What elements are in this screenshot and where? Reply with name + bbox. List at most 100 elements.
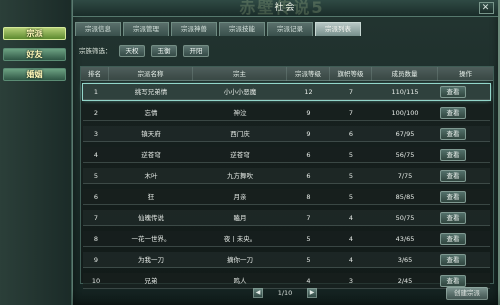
header-rank: 排名 — [81, 67, 109, 81]
social-window: 社会 赤壁传说5 ✕ 宗派信息 宗派管理 宗派神兽 宗派技能 宗派记录 宗派列表… — [72, 0, 500, 305]
next-page-button[interactable]: ▶ — [307, 288, 317, 298]
leader-cell: 摘你一刀 — [227, 256, 253, 264]
table-row[interactable]: 5 木叶 九方舞吹 6 5 7/75 查看 — [83, 168, 490, 184]
leader-cell: 月亲 — [233, 193, 247, 201]
banner-level-cell: 5 — [348, 151, 354, 159]
filter-option-yuheng[interactable]: 玉衡 — [151, 45, 177, 57]
banner-level-cell: 7 — [348, 88, 354, 96]
tab-clan-skills[interactable]: 宗派技能 — [219, 22, 265, 36]
table-row[interactable]: 3 镇天府 西门庆 9 6 67/95 查看 — [83, 126, 490, 142]
filter-option-tianquan[interactable]: 天权 — [119, 45, 145, 57]
clan-level-cell: 6 — [306, 172, 311, 180]
clan-name-cell: 镇天府 — [141, 130, 161, 138]
tab-clan-management[interactable]: 宗派管理 — [123, 22, 169, 36]
view-clan-button[interactable]: 查看 — [440, 170, 466, 182]
rank-cell: 5 — [93, 172, 99, 180]
leader-cell: 西门庆 — [230, 130, 250, 138]
window-title: 社会 — [274, 3, 297, 13]
table-row[interactable]: 2 忘情 神泣 9 7 100/100 查看 — [83, 105, 490, 121]
table-row[interactable]: 8 一花一世界。 夜丨未央。 5 4 43/65 查看 — [83, 231, 490, 247]
header-clan-level: 宗派等级 — [287, 67, 330, 81]
member-count-cell: 3/65 — [397, 256, 413, 264]
clan-level-cell: 8 — [306, 193, 311, 201]
leader-cell: 神泣 — [233, 109, 247, 117]
member-count-cell: 7/75 — [397, 172, 413, 180]
filter-label: 宗族筛选： — [79, 47, 112, 55]
view-clan-button[interactable]: 查看 — [440, 275, 466, 287]
member-count-cell: 85/85 — [395, 193, 415, 201]
clan-name-cell: 一花一世界。 — [131, 235, 171, 243]
clan-name-cell: 为我一刀 — [138, 256, 164, 264]
leader-cell: 瞌月 — [233, 214, 247, 222]
create-clan-button[interactable]: 创建宗派 — [446, 287, 488, 300]
clan-filter-row: 宗族筛选： 天权 玉衡 开阳 — [79, 45, 489, 57]
view-clan-button[interactable]: 查看 — [440, 128, 466, 140]
rank-cell: 10 — [91, 277, 101, 285]
window-title-bar: 社会 赤壁传说5 ✕ — [73, 0, 498, 17]
banner-level-cell: 6 — [348, 130, 354, 138]
view-clan-button[interactable]: 查看 — [440, 254, 466, 266]
table-header: 排名 宗派名称 宗主 宗派等级 旗帜等级 成员数量 操作 — [81, 67, 493, 81]
clan-level-cell: 6 — [306, 151, 311, 159]
clan-level-cell: 5 — [306, 235, 311, 243]
clan-name-cell: 狂 — [147, 193, 155, 201]
leader-cell: 夜丨未央。 — [223, 235, 257, 243]
clan-level-cell: 7 — [306, 214, 311, 222]
table-row[interactable]: 6 狂 月亲 8 5 85/85 查看 — [83, 189, 490, 205]
member-count-cell: 2/45 — [397, 277, 413, 285]
rank-cell: 6 — [93, 193, 99, 201]
leader-cell: 逆苍穹 — [230, 151, 250, 159]
clan-name-cell: 兄弟 — [144, 277, 158, 285]
sidebar-item-marriage[interactable]: 婚姻 — [3, 68, 66, 81]
page-indicator: 1/10 — [277, 289, 293, 297]
tab-clan-info[interactable]: 宗派信息 — [75, 22, 121, 36]
table-row[interactable]: 7 仙魄传说 瞌月 7 4 50/75 查看 — [83, 210, 490, 226]
leader-cell: 九方舞吹 — [227, 172, 253, 180]
previous-page-button[interactable]: ◀ — [253, 288, 263, 298]
view-clan-button[interactable]: 查看 — [440, 107, 466, 119]
chevron-right-icon: ▶ — [309, 289, 315, 296]
banner-level-cell: 5 — [348, 172, 354, 180]
clan-ranking-table: 排名 宗派名称 宗主 宗派等级 旗帜等级 成员数量 操作 1 挑写兄弟情 小小小… — [80, 66, 494, 289]
close-icon: ✕ — [481, 3, 492, 13]
table-row[interactable]: 9 为我一刀 摘你一刀 5 4 3/65 查看 — [83, 252, 490, 268]
clan-name-cell: 忘情 — [144, 109, 158, 117]
rank-cell: 2 — [93, 109, 99, 117]
sidebar-item-friends[interactable]: 好友 — [3, 48, 66, 61]
filter-option-kaiyang[interactable]: 开阳 — [183, 45, 209, 57]
clan-level-cell: 12 — [304, 88, 313, 96]
banner-level-cell: 5 — [348, 193, 354, 201]
rank-cell: 3 — [93, 130, 99, 138]
sidebar-item-clan[interactable]: 宗派 — [3, 27, 66, 40]
header-member-count: 成员数量 — [372, 67, 438, 81]
rank-cell: 9 — [93, 256, 99, 264]
clan-tabs: 宗派信息 宗派管理 宗派神兽 宗派技能 宗派记录 宗派列表 — [75, 22, 495, 36]
tab-clan-records[interactable]: 宗派记录 — [267, 22, 313, 36]
header-clan-name: 宗派名称 — [109, 67, 193, 81]
clan-name-cell: 木叶 — [144, 172, 158, 180]
member-count-cell: 56/75 — [395, 151, 415, 159]
rank-cell: 4 — [93, 151, 99, 159]
table-row[interactable]: 4 逆苍穹 逆苍穹 6 5 56/75 查看 — [83, 147, 490, 163]
table-row[interactable]: 1 挑写兄弟情 小小小恶魔 12 7 110/115 查看 — [82, 83, 491, 101]
view-clan-button[interactable]: 查看 — [440, 233, 466, 245]
rank-cell: 8 — [93, 235, 99, 243]
view-clan-button[interactable]: 查看 — [440, 86, 466, 98]
view-clan-button[interactable]: 查看 — [440, 191, 466, 203]
member-count-cell: 100/100 — [391, 109, 419, 117]
tab-clan-list[interactable]: 宗派列表 — [315, 22, 361, 36]
tab-clan-beast[interactable]: 宗派神兽 — [171, 22, 217, 36]
view-clan-button[interactable]: 查看 — [440, 149, 466, 161]
chevron-left-icon: ◀ — [255, 289, 261, 296]
clan-name-cell: 仙魄传说 — [138, 214, 164, 222]
banner-level-cell: 4 — [348, 256, 354, 264]
view-clan-button[interactable]: 查看 — [440, 212, 466, 224]
header-banner-level: 旗帜等级 — [330, 67, 372, 81]
clan-level-cell: 9 — [306, 130, 311, 138]
left-sidebar: 宗派 好友 婚姻 — [0, 0, 72, 305]
clan-level-cell: 9 — [306, 109, 311, 117]
member-count-cell: 67/95 — [395, 130, 415, 138]
banner-level-cell: 4 — [348, 214, 354, 222]
close-button[interactable]: ✕ — [479, 2, 494, 14]
rank-cell: 7 — [93, 214, 99, 222]
